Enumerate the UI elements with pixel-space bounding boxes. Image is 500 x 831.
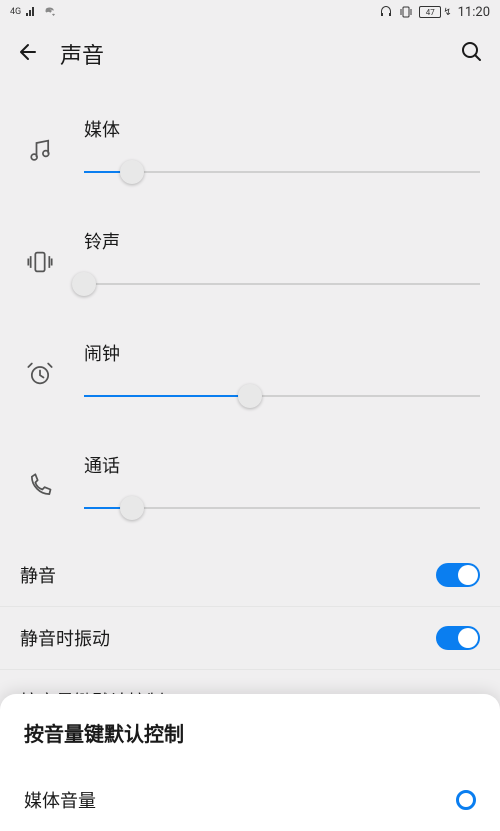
media-volume-row: 媒体 xyxy=(0,96,500,208)
ringtone-volume-label: 铃声 xyxy=(84,228,480,254)
ringtone-volume-row: 铃声 xyxy=(0,208,500,320)
ringtone-volume-slider[interactable] xyxy=(84,272,480,296)
wifi-icon xyxy=(43,7,57,17)
vibrate-on-mute-row: 静音时振动 xyxy=(0,607,500,670)
vibrate-icon xyxy=(20,248,60,276)
call-volume-row: 通话 xyxy=(0,432,500,544)
alarm-volume-slider[interactable] xyxy=(84,384,480,408)
signal-icon xyxy=(25,7,39,17)
popup-option-media-label: 媒体音量 xyxy=(24,787,96,813)
popup-option-media[interactable]: 媒体音量 xyxy=(24,775,476,819)
network-label: 4G xyxy=(10,7,21,17)
volume-key-default-popup: 按音量键默认控制 媒体音量 xyxy=(0,694,500,831)
media-volume-slider[interactable] xyxy=(84,160,480,184)
phone-icon xyxy=(20,472,60,500)
mute-toggle[interactable] xyxy=(436,563,480,587)
alarm-volume-row: 闹钟 xyxy=(0,320,500,432)
clock-time: 11:20 xyxy=(458,5,490,20)
vibrate-on-mute-label: 静音时振动 xyxy=(20,625,110,651)
page-title: 声音 xyxy=(60,38,440,70)
battery-indicator: 47 ↯ xyxy=(419,6,451,18)
app-header: 声音 xyxy=(0,24,500,84)
radio-selected-icon xyxy=(456,790,476,810)
back-button[interactable] xyxy=(16,40,40,68)
settings-content: 媒体 铃声 闹钟 xyxy=(0,84,500,744)
mute-label: 静音 xyxy=(20,562,56,588)
media-volume-label: 媒体 xyxy=(84,116,480,142)
status-bar: 4G 47 ↯ 11:20 xyxy=(0,0,500,24)
battery-level: 47 xyxy=(426,8,435,17)
call-volume-label: 通话 xyxy=(84,452,480,478)
music-note-icon xyxy=(20,136,60,164)
headphone-icon xyxy=(379,5,393,19)
alarm-volume-label: 闹钟 xyxy=(84,340,480,366)
vibrate-on-mute-toggle[interactable] xyxy=(436,626,480,650)
mute-row: 静音 xyxy=(0,544,500,607)
search-button[interactable] xyxy=(460,40,484,68)
vibrate-status-icon xyxy=(399,5,413,19)
call-volume-slider[interactable] xyxy=(84,496,480,520)
alarm-clock-icon xyxy=(20,360,60,388)
popup-title: 按音量键默认控制 xyxy=(24,718,476,747)
